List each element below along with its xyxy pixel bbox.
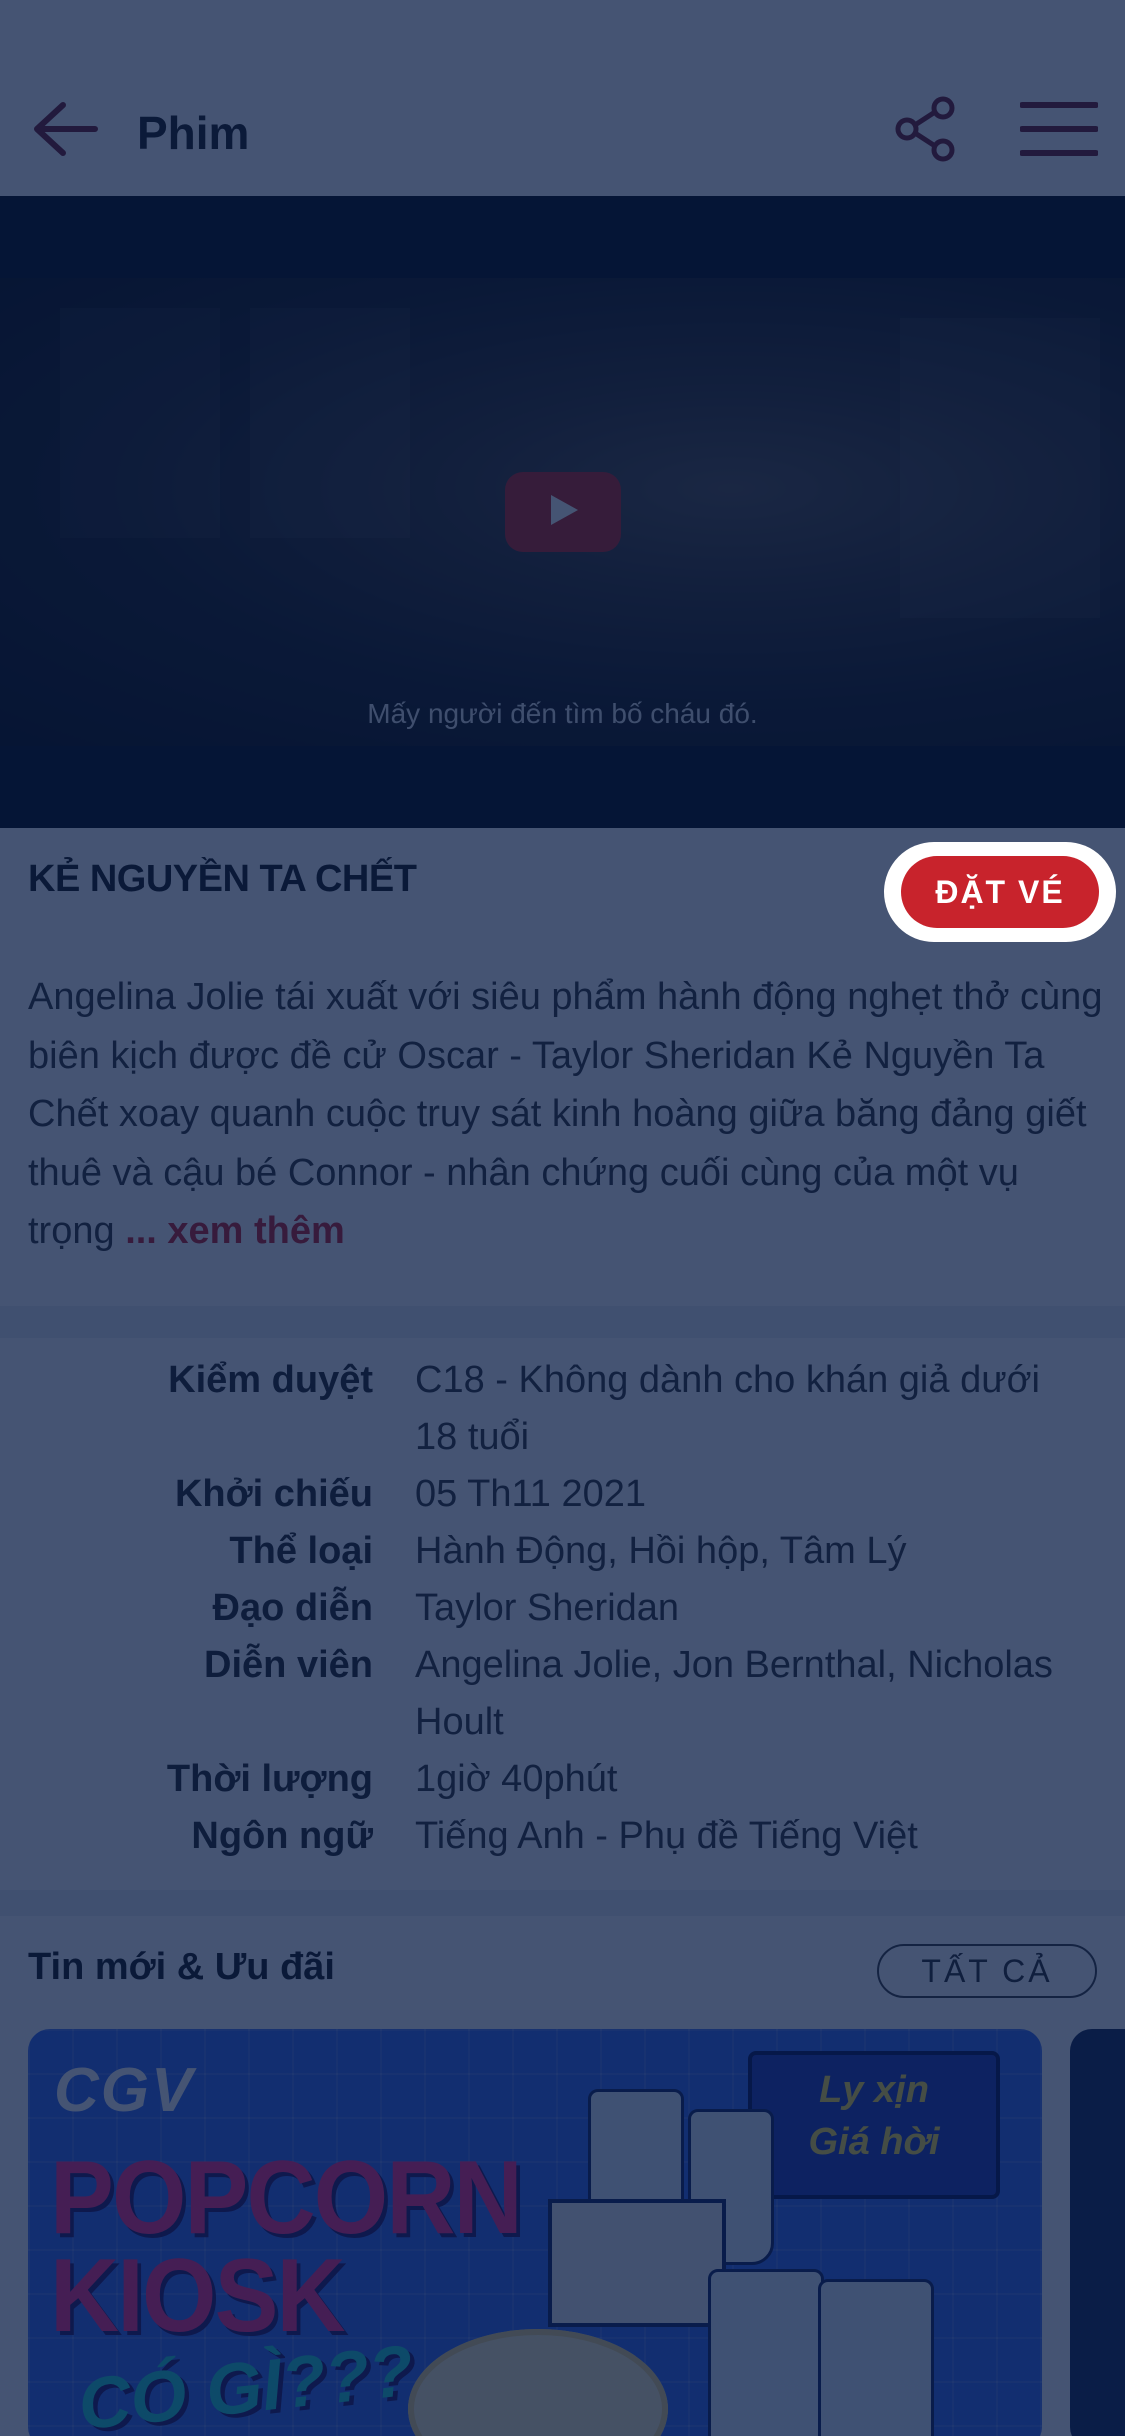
detail-label: Khởi chiếu (174, 1473, 373, 1515)
news-title: Tin mới & Ưu đãi (28, 1946, 335, 1988)
detail-label: Diễn viên (204, 1644, 373, 1686)
cup-illustration (708, 2269, 824, 2436)
menu-button[interactable] (1014, 92, 1104, 170)
arrow-left-icon (29, 99, 99, 164)
cup-illustration (818, 2279, 934, 2436)
cgv-logo: CGV (54, 2056, 195, 2125)
movie-description: Angelina Jolie tái xuất với siêu phẩm hà… (28, 968, 1103, 1261)
promo-banner[interactable]: CGV POPCORN KIOSK CÓ GÌ??? Ly xịn Giá hờ… (28, 2029, 1042, 2436)
movie-details: Kiểm duyệt C18 - Không dành cho khán giả… (0, 1338, 1125, 1890)
detail-label: Kiểm duyệt (168, 1359, 373, 1401)
promo-banner-next[interactable] (1070, 2029, 1125, 2436)
detail-label: Thời lượng (166, 1758, 373, 1800)
detail-value: Tiếng Anh - Phụ đề Tiếng Việt (415, 1815, 918, 1857)
detail-value: C18 - Không dành cho khán giả dưới 18 tu… (415, 1359, 1040, 1458)
see-all-button[interactable]: TẤT CẢ (877, 1944, 1097, 1998)
see-more-link[interactable]: ... xem thêm (125, 1210, 345, 1252)
share-button[interactable] (888, 92, 964, 170)
detail-value: 05 Th11 2021 (415, 1473, 647, 1515)
promo-headline-2: KIOSK (50, 2238, 346, 2354)
status-bar (0, 0, 1125, 66)
detail-label: Ngôn ngữ (191, 1815, 373, 1857)
back-button[interactable] (24, 94, 104, 168)
trailer-video[interactable]: Mấy người đến tìm bố cháu đó. (0, 196, 1125, 828)
detail-value: Hành Động, Hồi hộp, Tâm Lý (415, 1530, 907, 1572)
sign-line-1: Ly xịn (819, 2069, 929, 2111)
movie-title: KẺ NGUYỀN TA CHẾT (28, 858, 417, 900)
play-button[interactable] (505, 472, 621, 552)
page-title: Phim (137, 107, 250, 159)
pixel-screen-illustration (548, 2199, 726, 2327)
hamburger-menu-icon (1019, 99, 1099, 164)
video-subtitle: Mấy người đến tìm bố cháu đó. (367, 698, 758, 729)
detail-label: Đạo diễn (212, 1587, 373, 1629)
sign-line-2: Giá hời (808, 2121, 940, 2163)
detail-label: Thể loại (229, 1530, 373, 1572)
popcorn-illustration (408, 2329, 668, 2436)
detail-value: Angelina Jolie, Jon Bernthal, Nicholas H… (415, 1644, 1053, 1743)
play-icon (545, 492, 581, 533)
detail-value: Taylor Sheridan (415, 1587, 680, 1629)
news-section: Tin mới & Ưu đãi TẤT CẢ CGV POPCORN KIOS… (0, 1916, 1125, 2436)
app-header: Phim (0, 66, 1125, 196)
promo-sign: Ly xịn Giá hời (748, 2051, 1000, 2199)
share-icon (895, 96, 957, 167)
detail-value: 1giờ 40phút (415, 1758, 618, 1800)
book-ticket-button[interactable]: ĐẶT VÉ (901, 856, 1099, 928)
